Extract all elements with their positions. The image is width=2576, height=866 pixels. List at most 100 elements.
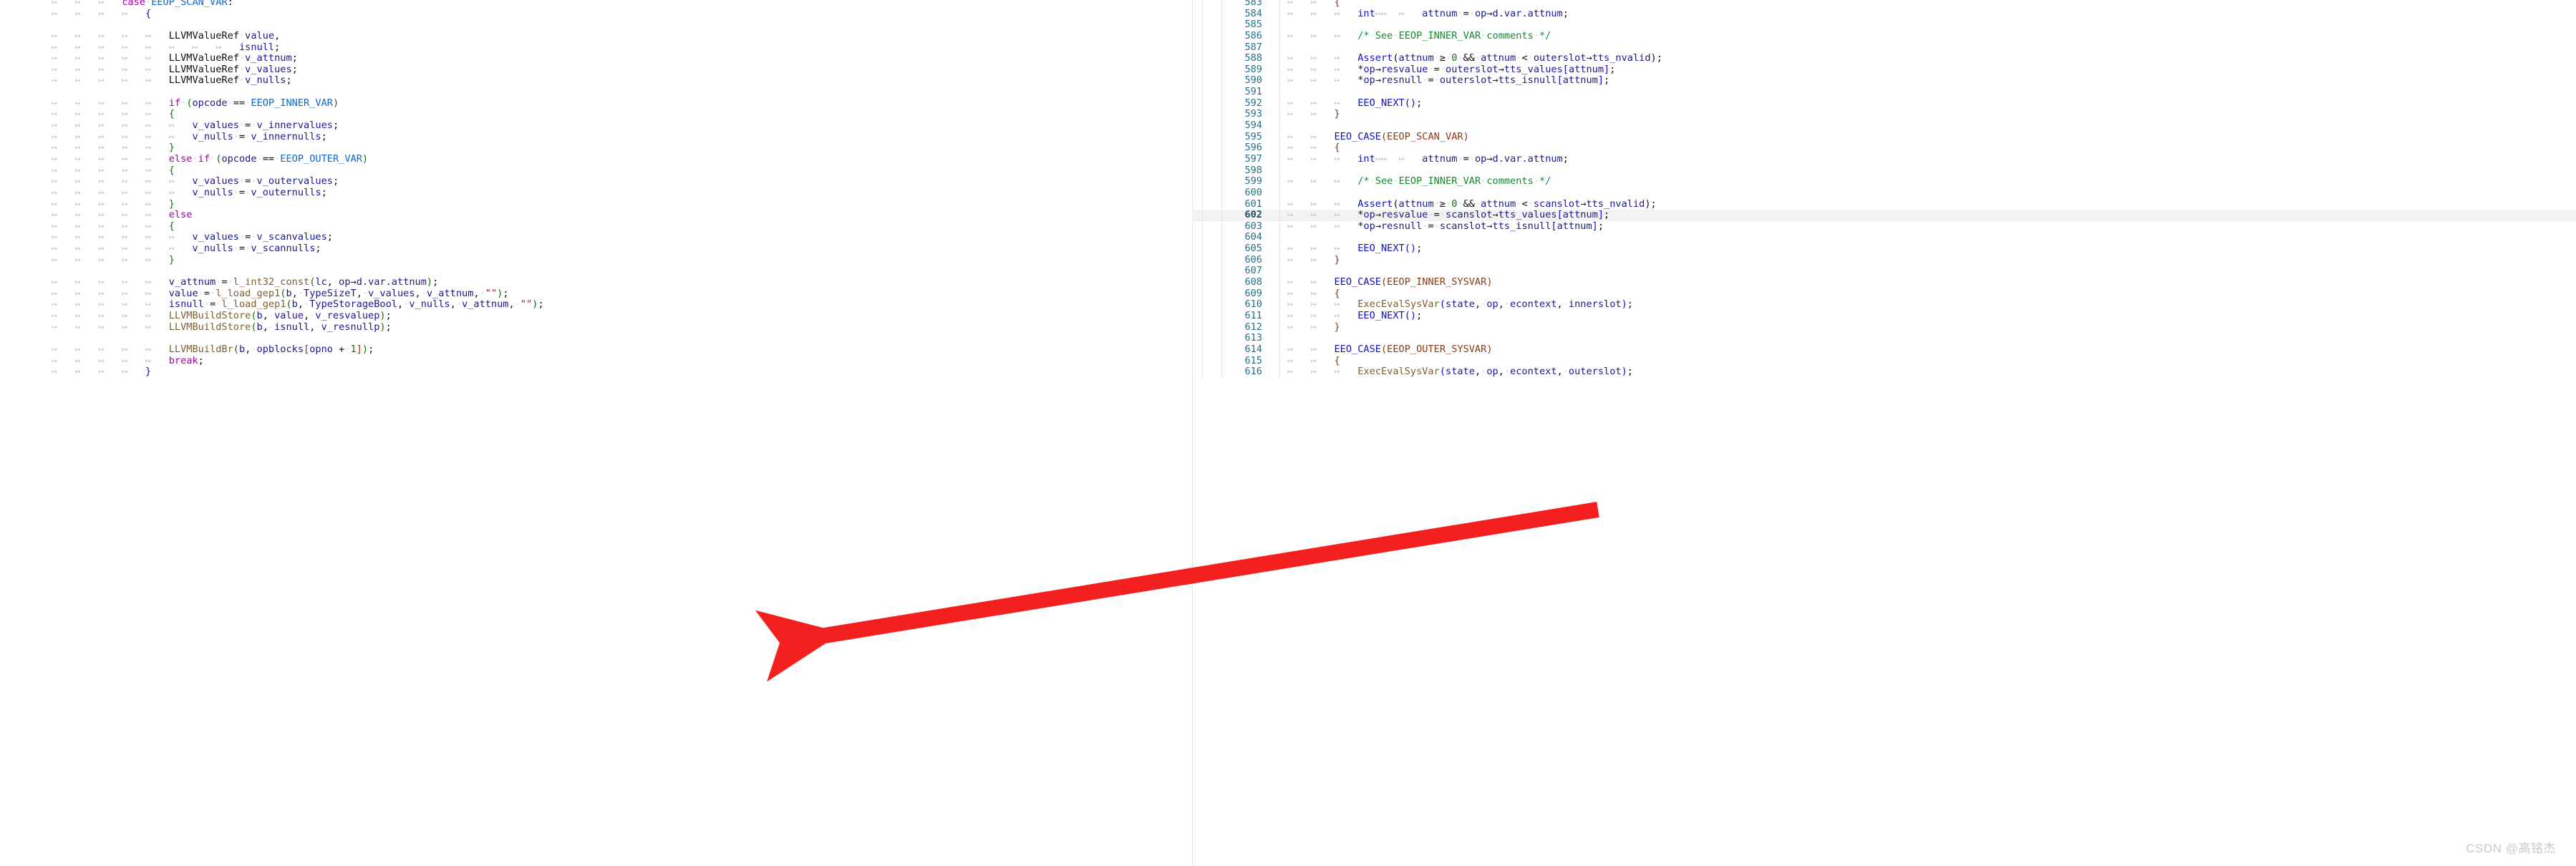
gutter-fold[interactable]: [1192, 142, 1203, 154]
table-row[interactable]: 595 ↦ ↦ EEO_CASE(EEOP_SCAN_VAR): [1192, 131, 2576, 143]
table-row[interactable]: 592 ↦ ↦ ↦ EEO_NEXT();: [1192, 97, 2576, 110]
code-line[interactable]: ↦ ↦ ↦ EEO_NEXT();: [1280, 243, 2576, 255]
code-line[interactable]: ↦ ↦ }: [1280, 109, 2576, 120]
code-line[interactable]: ↦ ↦ {: [1280, 355, 2576, 367]
gutter-fold[interactable]: [1192, 310, 1203, 322]
gutter-fold[interactable]: [1192, 42, 1203, 54]
gutter-marks[interactable]: [1203, 187, 1222, 199]
code-line[interactable]: ↦ ↦ ↦ ↦ ↦ {: [0, 109, 544, 120]
gutter-marks[interactable]: [1203, 198, 1222, 210]
gutter-marks[interactable]: [1203, 87, 1222, 98]
right-code-rows[interactable]: 583 ↦ ↦ {584 ↦ ↦ ↦ int↦↦ ↦ attnum·=·op→d.v…: [1192, 0, 2576, 378]
table-row[interactable]: 585: [1192, 19, 2576, 31]
code-line[interactable]: ↦ ↦ ↦ ↦ ↦ else: [0, 209, 544, 221]
code-line[interactable]: ↦ ↦ ↦ int↦↦ ↦ attnum·=·op→d.var.attnum;: [1280, 8, 2576, 20]
code-line[interactable]: [0, 333, 544, 344]
gutter-fold[interactable]: [1192, 153, 1203, 165]
gutter-marks[interactable]: [1203, 321, 1222, 334]
gutter-fold[interactable]: [1192, 97, 1203, 110]
table-row[interactable]: 610 ↦ ↦ ↦ ExecEvalSysVar(state,·op,·econt…: [1192, 298, 2576, 311]
code-line[interactable]: ↦ ↦ ↦ ↦ ↦ {: [0, 220, 544, 233]
code-line[interactable]: [0, 87, 544, 98]
left-editor-pane[interactable]: ↦ ↦ ↦ case·EEOP_SCAN_VAR: ↦ ↦ ↦ ↦ {↦ ↦ ↦ …: [0, 0, 1192, 866]
gutter-fold[interactable]: [1192, 75, 1203, 87]
table-row[interactable]: 596 ↦ ↦ {: [1192, 142, 2576, 154]
code-line[interactable]: ↦ ↦ ↦ ExecEvalSysVar(state,·op,·econtext…: [1280, 366, 2576, 378]
gutter-fold[interactable]: [1192, 176, 1203, 188]
code-line[interactable]: ↦ ↦ ↦ ExecEvalSysVar(state,·op,·econtext…: [1280, 298, 2576, 311]
code-line[interactable]: [0, 266, 544, 277]
code-line[interactable]: ↦ ↦ {: [1280, 142, 2576, 154]
code-line[interactable]: ↦ ↦ ↦ /*·See·EEOP_INNER_VAR·comments·*/: [1280, 30, 2576, 42]
code-line[interactable]: ↦ ↦ ↦ ↦ ↦ LLVMValueRef·v_nulls;: [0, 75, 544, 87]
gutter-marks[interactable]: [1203, 8, 1222, 20]
gutter-fold[interactable]: [1192, 120, 1203, 132]
gutter-marks[interactable]: [1203, 344, 1222, 356]
code-line[interactable]: ↦ ↦ ↦ ↦ ↦ {: [0, 165, 544, 177]
table-row[interactable]: 588 ↦ ↦ ↦ Assert(attnum·≥·0·&&·attnum·<·o…: [1192, 52, 2576, 64]
table-row[interactable]: 614 ↦ ↦ EEO_CASE(EEOP_OUTER_SYSVAR): [1192, 344, 2576, 356]
gutter-fold[interactable]: [1192, 30, 1203, 42]
right-editor-pane[interactable]: 583 ↦ ↦ {584 ↦ ↦ ↦ int↦↦ ↦ attnum·=·op→d.v…: [1192, 0, 2576, 866]
left-code-block[interactable]: ↦ ↦ ↦ case·EEOP_SCAN_VAR: ↦ ↦ ↦ ↦ {↦ ↦ ↦ …: [0, 0, 544, 378]
gutter-marks[interactable]: [1203, 310, 1222, 322]
code-line[interactable]: ↦ ↦ EEO_CASE(EEOP_OUTER_SYSVAR): [1280, 344, 2576, 356]
gutter-marks[interactable]: [1203, 53, 1222, 64]
gutter-fold[interactable]: [1192, 333, 1203, 344]
gutter-fold[interactable]: [1192, 344, 1203, 356]
code-line[interactable]: ↦ ↦ ↦ ↦ }: [0, 366, 544, 378]
code-line[interactable]: ↦ ↦ ↦ *op→resvalue·=·outerslot→tts_value…: [1280, 64, 2576, 76]
gutter-fold[interactable]: [1192, 198, 1203, 210]
table-row[interactable]: 590 ↦ ↦ ↦ *op→resnull·=·outerslot→tts_isn…: [1192, 75, 2576, 87]
code-line[interactable]: ↦ ↦ ↦ ↦ ↦ break;: [0, 355, 544, 367]
gutter-fold[interactable]: [1192, 19, 1203, 31]
code-line[interactable]: ↦ ↦ ↦ ↦ ↦ LLVMBuildStore(b,·isnull,·v_re…: [0, 321, 544, 334]
table-row[interactable]: 594: [1192, 120, 2576, 132]
gutter-marks[interactable]: [1203, 75, 1222, 87]
table-row[interactable]: 597 ↦ ↦ ↦ int↦↦ ↦ attnum·=·op→d.var.attnu…: [1192, 153, 2576, 165]
code-line[interactable]: ↦ ↦ ↦ ↦ ↦ ↦ v_nulls·=·v_innernulls;: [0, 131, 544, 143]
gutter-marks[interactable]: [1203, 165, 1222, 177]
code-line[interactable]: ↦ ↦ ↦ EEO_NEXT();: [1280, 97, 2576, 110]
code-line[interactable]: ↦ ↦ ↦ ↦ ↦ }: [0, 142, 544, 154]
table-row[interactable]: 608 ↦ ↦ EEO_CASE(EEOP_INNER_SYSVAR): [1192, 276, 2576, 288]
table-row[interactable]: 606 ↦ ↦ }: [1192, 254, 2576, 266]
table-row[interactable]: 593 ↦ ↦ }: [1192, 109, 2576, 121]
gutter-fold[interactable]: [1192, 53, 1203, 64]
gutter-marks[interactable]: [1203, 42, 1222, 54]
gutter-fold[interactable]: [1192, 232, 1203, 244]
code-line[interactable]: ↦ ↦ ↦ ↦ ↦ LLVMValueRef·v_attnum;: [0, 52, 544, 64]
table-row[interactable]: 615 ↦ ↦ {: [1192, 355, 2576, 367]
gutter-marks[interactable]: [1203, 232, 1222, 244]
gutter-fold[interactable]: [1192, 131, 1203, 143]
code-line[interactable]: ↦ ↦ ↦ ↦ ↦ ↦ ↦ ↦ isnull;: [0, 42, 544, 54]
table-row[interactable]: 607: [1192, 266, 2576, 278]
gutter-fold[interactable]: [1192, 277, 1203, 288]
table-row[interactable]: 609 ↦ ↦ {: [1192, 288, 2576, 300]
code-line[interactable]: ↦ ↦ ↦ Assert(attnum·≥·0·&&·attnum·<·oute…: [1280, 52, 2576, 64]
gutter-fold[interactable]: [1192, 355, 1203, 367]
gutter-fold[interactable]: [1192, 299, 1203, 311]
table-row[interactable]: 605 ↦ ↦ ↦ EEO_NEXT();: [1192, 243, 2576, 255]
code-line[interactable]: ↦ ↦ EEO_CASE(EEOP_SCAN_VAR): [1280, 131, 2576, 143]
table-row[interactable]: 600: [1192, 187, 2576, 199]
table-row[interactable]: 604: [1192, 232, 2576, 244]
table-row[interactable]: 599 ↦ ↦ ↦ /*·See·EEOP_INNER_VAR·comments·…: [1192, 175, 2576, 188]
code-line[interactable]: ↦ ↦ ↦ ↦ ↦ }: [0, 198, 544, 210]
gutter-marks[interactable]: [1203, 19, 1222, 31]
code-line[interactable]: ↦ ↦ ↦ ↦ ↦ ↦ v_nulls·=·v_scannulls;: [0, 243, 544, 255]
gutter-fold[interactable]: [1192, 64, 1203, 76]
code-line[interactable]: ↦ ↦ ↦ ↦ ↦ isnull·=·l_load_gep1(b,·TypeSt…: [0, 298, 544, 311]
code-line[interactable]: ↦ ↦ }: [1280, 254, 2576, 266]
gutter-marks[interactable]: [1203, 266, 1222, 278]
gutter-marks[interactable]: [1203, 333, 1222, 344]
code-line[interactable]: ↦ ↦ ↦ ↦ ↦ else·if·(opcode·==·EEOP_OUTER_…: [0, 153, 544, 165]
gutter-marks[interactable]: [1203, 131, 1222, 143]
gutter-marks[interactable]: [1203, 210, 1222, 221]
table-row[interactable]: 598: [1192, 165, 2576, 177]
gutter-fold[interactable]: [1192, 366, 1203, 378]
code-line[interactable]: ↦ ↦ ↦ ↦ ↦ LLVMValueRef·v_values;: [0, 64, 544, 76]
table-row[interactable]: 587: [1192, 42, 2576, 54]
table-row[interactable]: 591: [1192, 86, 2576, 98]
table-row[interactable]: 616 ↦ ↦ ↦ ExecEvalSysVar(state,·op,·econt…: [1192, 366, 2576, 378]
